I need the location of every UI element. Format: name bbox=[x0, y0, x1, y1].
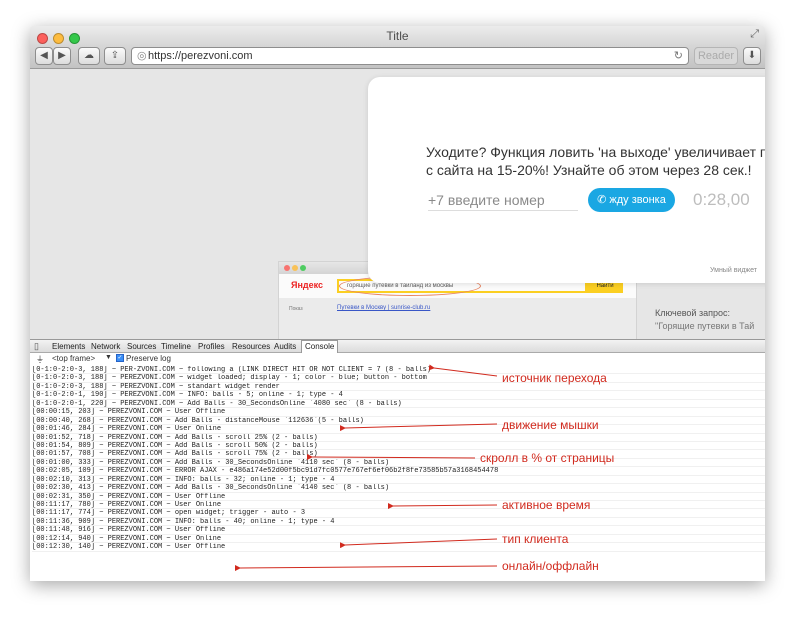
tab-audits[interactable]: Audits bbox=[274, 342, 296, 351]
console-log-line: [0-1:0-2:0-3, 188] ~ PEREZVONI.COM ~ sta… bbox=[32, 383, 765, 392]
preserve-log-label: Preserve log bbox=[126, 354, 171, 363]
url-text: https://perezvoni.com bbox=[148, 50, 253, 62]
call-me-button[interactable]: ✆ жду звонка bbox=[588, 188, 675, 212]
keyword-title: Ключевой запрос: bbox=[655, 308, 730, 318]
devtools-panel: ▯ Elements Network Sources Timeline Prof… bbox=[30, 339, 765, 581]
share-icon: ⇪ bbox=[110, 50, 120, 61]
frame-selector[interactable]: <top frame> bbox=[52, 354, 95, 363]
console-log-line: [0-1:0-2:0-1, 190] ~ PEREZVONI.COM ~ INF… bbox=[32, 391, 765, 400]
widget-label: Умный виджет bbox=[710, 267, 757, 274]
console-log-line: [0-1:0-2:0-1, 220] ~ PEREZVONI.COM ~ Add… bbox=[32, 400, 765, 409]
phone-icon: ✆ bbox=[597, 194, 607, 206]
title-bar: Title ⤢ bbox=[30, 26, 765, 46]
console-log-line: [00:02:05, 109] ~ PEREZVONI.COM ~ ERROR … bbox=[32, 467, 765, 476]
devtools-tabbar: ▯ Elements Network Sources Timeline Prof… bbox=[30, 339, 765, 353]
console-log-line: [00:01:00, 333] ~ PEREZVONI.COM ~ Add Ba… bbox=[32, 459, 765, 468]
downloads-button[interactable]: ⬇ bbox=[743, 47, 761, 65]
countdown-timer: 0:28,00 bbox=[693, 190, 750, 209]
web-page: Яндекс горящие путевки в тайланд из моск… bbox=[30, 69, 765, 339]
console-log-line: [0-1:0-2:0-3, 188] ~ PER-ZVONI.COM ~ fol… bbox=[32, 366, 765, 375]
result-marker: Показ bbox=[289, 306, 303, 312]
tab-sources[interactable]: Sources bbox=[127, 342, 156, 351]
browser-toolbar: ◀ ▶ ☁ ⇪ ◎ https://perezvoni.com ↻ Reader… bbox=[30, 46, 765, 69]
console-log-line: [00:01:52, 718] ~ PEREZVONI.COM ~ Add Ba… bbox=[32, 434, 765, 442]
console-log-line: [00:00:15, 203] ~ PEREZVONI.COM ~ User O… bbox=[32, 408, 765, 417]
exit-intent-popup: ‖ Уходите? Функция ловить 'на выходе' ув… bbox=[368, 77, 765, 283]
fullscreen-icon[interactable]: ⤢ bbox=[750, 28, 759, 41]
yandex-logo: Яндекс bbox=[291, 280, 324, 290]
console-log-line: [00:11:17, 774] ~ PEREZVONI.COM ~ open w… bbox=[32, 509, 765, 518]
back-arrow-icon: ◀ bbox=[40, 50, 48, 61]
filter-icon[interactable]: ⏚ bbox=[36, 354, 44, 365]
search-result-link: Путевки в Москву | sunrise-club.ru bbox=[337, 305, 431, 311]
cloud-icon: ☁ bbox=[84, 50, 94, 61]
console-log-line: [00:02:31, 350] ~ PEREZVONI.COM ~ User O… bbox=[32, 493, 765, 501]
preserve-log-checkbox[interactable]: ✓ bbox=[116, 354, 124, 362]
reader-button[interactable]: Reader bbox=[694, 47, 738, 65]
tab-network[interactable]: Network bbox=[91, 342, 120, 351]
share-button[interactable]: ⇪ bbox=[104, 47, 126, 65]
back-button[interactable]: ◀ bbox=[35, 47, 53, 65]
console-log-line: [00:12:14, 940] ~ PEREZVONI.COM ~ User O… bbox=[32, 535, 765, 544]
browser-window: Title ⤢ ◀ ▶ ☁ ⇪ ◎ https://perezvoni.com … bbox=[30, 26, 765, 581]
forward-arrow-icon: ▶ bbox=[58, 50, 66, 61]
console-log-line: [0-1:0-2:0-3, 188] ~ PEREZVONI.COM ~ wid… bbox=[32, 374, 765, 383]
forward-button[interactable]: ▶ bbox=[53, 47, 71, 65]
tab-resources[interactable]: Resources bbox=[232, 342, 270, 351]
console-log-line: [00:02:30, 413] ~ PEREZVONI.COM ~ Add Ba… bbox=[32, 484, 765, 493]
popup-message: Уходите? Функция ловить 'на выходе' увел… bbox=[426, 144, 765, 178]
console-log-line: [00:01:46, 284] ~ PEREZVONI.COM ~ User O… bbox=[32, 425, 765, 434]
console-log: [0-1:0-2:0-3, 188] ~ PER-ZVONI.COM ~ fol… bbox=[32, 366, 765, 581]
console-log-line: [00:11:17, 780] ~ PEREZVONI.COM ~ User O… bbox=[32, 501, 765, 510]
dock-icon[interactable]: ▯ bbox=[34, 341, 39, 352]
console-log-line: [00:01:54, 809] ~ PEREZVONI.COM ~ Add Ba… bbox=[32, 442, 765, 451]
console-log-line: [00:11:48, 916] ~ PEREZVONI.COM ~ User O… bbox=[32, 526, 765, 535]
address-bar[interactable]: ◎ https://perezvoni.com ↻ bbox=[131, 47, 689, 65]
tab-console[interactable]: Console bbox=[301, 340, 339, 353]
tab-profiles[interactable]: Profiles bbox=[198, 342, 225, 351]
screenshot-window-controls bbox=[284, 265, 308, 273]
keyword-text: "Горящие путевки в Тай bbox=[655, 321, 755, 331]
phone-input[interactable] bbox=[428, 190, 578, 211]
icloud-tabs-button[interactable]: ☁ bbox=[78, 47, 100, 65]
console-log-line: [00:12:30, 140] ~ PEREZVONI.COM ~ User O… bbox=[32, 543, 765, 552]
console-log-line: [00:02:10, 313] ~ PEREZVONI.COM ~ INFO: … bbox=[32, 476, 765, 485]
reload-icon[interactable]: ↻ bbox=[674, 48, 683, 64]
console-filter-bar: ⏚ <top frame> ▼ ✓ Preserve log bbox=[30, 353, 765, 365]
tab-elements[interactable]: Elements bbox=[52, 342, 85, 351]
console-log-line: [00:00:40, 268] ~ PEREZVONI.COM ~ Add Ba… bbox=[32, 417, 765, 426]
tab-timeline[interactable]: Timeline bbox=[161, 342, 191, 351]
console-log-line: [00:11:36, 909] ~ PEREZVONI.COM ~ INFO: … bbox=[32, 518, 765, 527]
call-button-label: жду звонка bbox=[609, 194, 666, 206]
download-icon: ⬇ bbox=[747, 50, 757, 61]
globe-icon: ◎ bbox=[137, 50, 147, 62]
console-log-line: [00:01:57, 708] ~ PEREZVONI.COM ~ Add Ba… bbox=[32, 450, 765, 459]
chevron-down-icon[interactable]: ▼ bbox=[105, 354, 112, 361]
window-title: Title bbox=[386, 29, 409, 43]
